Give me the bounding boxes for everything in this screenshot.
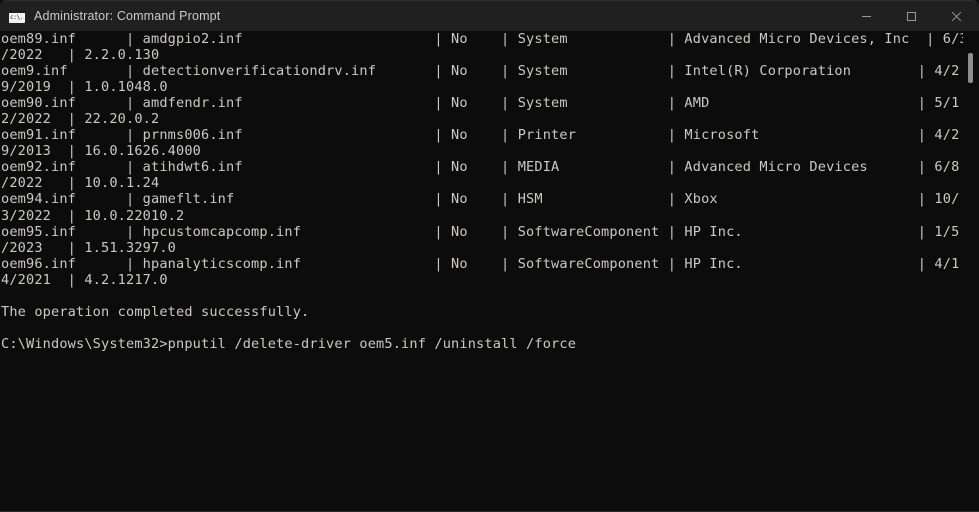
maximize-button[interactable]	[889, 1, 934, 32]
close-icon	[951, 11, 962, 21]
console-line: oem94.inf | gameflt.inf | No | HSM | Xbo…	[1, 191, 960, 208]
console-line: The operation completed successfully.	[1, 303, 310, 320]
minimize-button[interactable]	[844, 1, 889, 32]
console-line: /2023 | 1.51.3297.0	[1, 239, 177, 256]
console-line: 9/2019 | 1.0.1048.0	[1, 79, 168, 96]
window-title: Administrator: Command Prompt	[34, 9, 221, 23]
console-line: oem89.inf | amdgpio2.inf | No | System |…	[1, 31, 968, 47]
close-button[interactable]	[934, 1, 979, 32]
console-line: oem96.inf | hpanalyticscomp.inf | No | S…	[1, 255, 960, 272]
scrollbar-thumb[interactable]	[968, 53, 973, 83]
title-bar[interactable]: c:\. Administrator: Command Prompt	[0, 0, 979, 31]
console-line: 3/2022 | 10.0.22010.2	[1, 207, 185, 224]
console-line: oem90.inf | amdfendr.inf | No | System |…	[1, 95, 960, 112]
vertical-scrollbar[interactable]	[963, 31, 979, 512]
console-line: oem92.inf | atihdwt6.inf | No | MEDIA | …	[1, 159, 960, 176]
console-output-area[interactable]: oem89.inf | amdgpio2.inf | No | System |…	[0, 31, 979, 512]
command-prompt-icon: c:\.	[9, 9, 25, 23]
console-line: C:\Windows\System32>pnputil /delete-driv…	[1, 335, 577, 352]
command-prompt-icon-glyph: c:\.	[10, 14, 24, 21]
console-text: oem89.inf | amdgpio2.inf | No | System |…	[1, 31, 979, 352]
console-line: /2022 | 2.2.0.130	[1, 47, 160, 64]
console-line: oem95.inf | hpcustomcapcomp.inf | No | S…	[1, 223, 960, 240]
console-line: oem91.inf | prnms006.inf | No | Printer …	[1, 127, 960, 144]
console-line: /2022 | 10.0.1.24	[1, 175, 160, 192]
console-line: 2/2022 | 22.20.0.2	[1, 111, 160, 128]
maximize-icon	[907, 11, 916, 21]
minimize-icon	[862, 15, 871, 17]
console-line: oem9.inf | detectionverificationdrv.inf …	[1, 63, 960, 80]
console-line: 4/2021 | 4.2.1217.0	[1, 271, 168, 288]
window-controls	[844, 1, 979, 32]
console-line: 9/2013 | 16.0.1626.4000	[1, 143, 202, 160]
command-prompt-window: c:\. Administrator: Command Prompt oem89…	[0, 0, 979, 512]
